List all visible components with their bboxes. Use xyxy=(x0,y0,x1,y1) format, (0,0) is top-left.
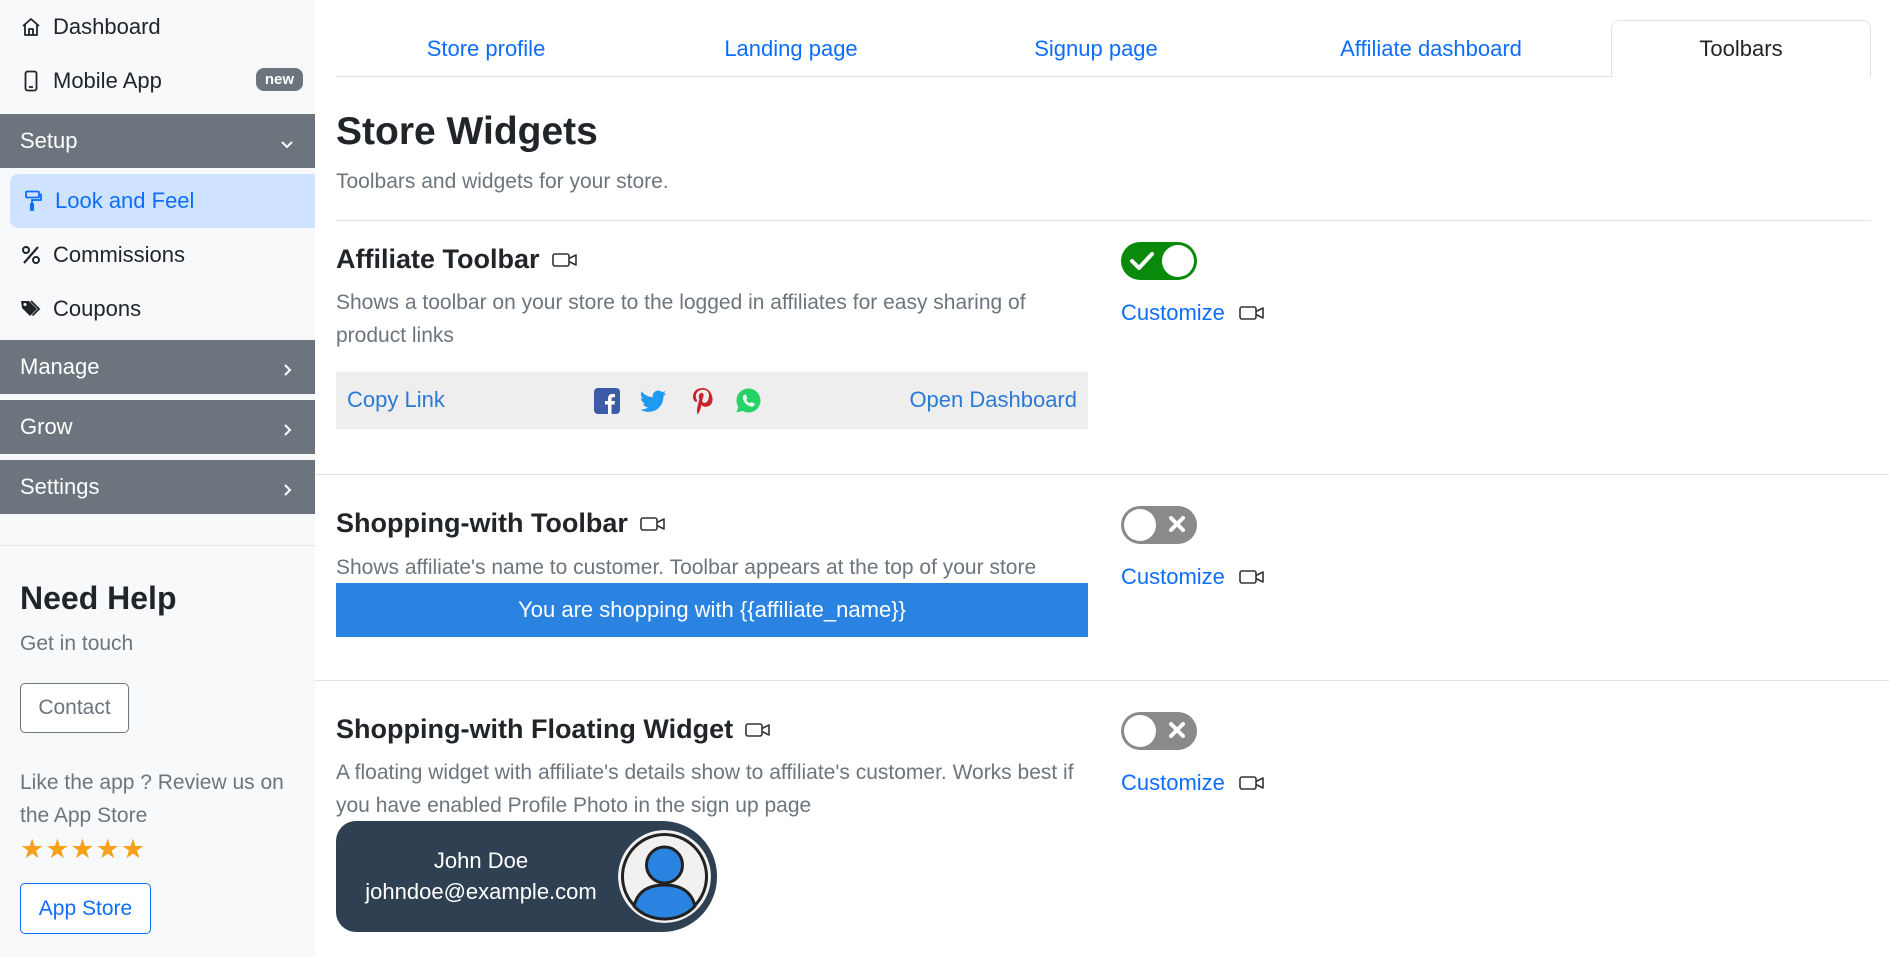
widget-title-text: Shopping-with Toolbar xyxy=(336,508,628,538)
copy-link[interactable]: Copy Link xyxy=(347,387,445,413)
help-subtitle: Get in touch xyxy=(20,632,134,655)
sidebar-section-settings[interactable]: Settings xyxy=(0,460,315,514)
tab-store-profile[interactable]: Store profile xyxy=(336,20,636,77)
widget-title-text: Affiliate Toolbar xyxy=(336,244,540,274)
floating-widget-title: Shopping-with Floating Widget xyxy=(336,714,771,745)
floating-widget-toggle[interactable] xyxy=(1121,712,1197,750)
widget-title-text: Shopping-with Floating Widget xyxy=(336,714,734,744)
page-title: Store Widgets xyxy=(336,110,598,153)
section-label: Settings xyxy=(20,474,100,499)
open-dashboard-link[interactable]: Open Dashboard xyxy=(909,387,1077,413)
paint-roller-icon xyxy=(22,190,44,212)
section-label: Setup xyxy=(20,128,78,153)
close-icon xyxy=(1167,514,1187,539)
sidebar-item-mobile-app[interactable]: Mobile App new xyxy=(0,54,315,108)
divider xyxy=(315,474,1889,475)
sidebar-item-label: Coupons xyxy=(53,296,142,321)
affiliate-toolbar-toggle[interactable] xyxy=(1121,242,1197,280)
rating-stars: ★★★★★ xyxy=(20,834,147,864)
shopping-toolbar-preview: You are shopping with {{affiliate_name}} xyxy=(336,583,1088,637)
chevron-right-icon xyxy=(279,418,295,444)
sidebar-section-manage[interactable]: Manage xyxy=(0,340,315,394)
tags-icon xyxy=(20,298,42,320)
divider xyxy=(336,220,1871,221)
floating-widget-description: A floating widget with affiliate's detai… xyxy=(336,761,1074,817)
avatar xyxy=(618,830,711,923)
affiliate-toolbar-preview: Copy Link Open Dashboard xyxy=(336,372,1088,429)
sidebar-section-setup[interactable]: Setup xyxy=(0,114,315,168)
shopping-toolbar-toggle[interactable] xyxy=(1121,506,1197,544)
sidebar-item-commissions[interactable]: Commissions xyxy=(0,228,315,282)
new-badge: new xyxy=(255,68,303,91)
home-icon xyxy=(20,16,42,38)
floating-widget-preview: John Doe johndoe@example.com xyxy=(336,821,717,932)
twitter-icon[interactable] xyxy=(640,387,667,414)
section-label: Manage xyxy=(20,354,100,379)
customize-label: Customize xyxy=(1121,564,1225,589)
check-icon xyxy=(1130,250,1154,277)
sidebar-item-label: Look and Feel xyxy=(55,188,195,213)
chevron-right-icon xyxy=(279,358,295,384)
toggle-knob xyxy=(1124,715,1156,747)
sidebar-item-label: Commissions xyxy=(53,242,186,267)
sidebar-item-look-and-feel[interactable]: Look and Feel xyxy=(10,174,315,228)
affiliate-name: John Doe xyxy=(433,848,529,873)
shopping-toolbar-customize[interactable]: Customize xyxy=(1121,564,1265,590)
chevron-right-icon xyxy=(279,478,295,504)
affiliate-toolbar-title: Affiliate Toolbar xyxy=(336,244,578,275)
toggle-knob xyxy=(1162,245,1194,277)
tab-bar: Store profile Landing page Signup page A… xyxy=(336,20,1871,78)
sidebar-item-coupons[interactable]: Coupons xyxy=(0,282,315,336)
video-camera-icon[interactable] xyxy=(745,721,771,739)
sidebar-divider xyxy=(0,545,315,546)
video-camera-icon[interactable] xyxy=(551,251,578,269)
pinterest-icon[interactable] xyxy=(688,387,715,414)
video-camera-icon[interactable] xyxy=(640,515,666,533)
tab-affiliate-dashboard[interactable]: Affiliate dashboard xyxy=(1246,20,1616,77)
sidebar-item-label: Dashboard xyxy=(53,14,161,39)
video-camera-icon[interactable] xyxy=(1239,568,1265,586)
affiliate-toolbar-customize[interactable]: Customize xyxy=(1121,300,1265,326)
phone-icon xyxy=(20,70,42,92)
app-store-button[interactable]: App Store xyxy=(20,883,151,934)
sidebar-section-grow[interactable]: Grow xyxy=(0,400,315,454)
sidebar-item-label: Mobile App xyxy=(53,68,162,93)
tab-landing-page[interactable]: Landing page xyxy=(636,20,946,77)
customize-label: Customize xyxy=(1121,300,1225,325)
facebook-icon[interactable] xyxy=(593,387,620,414)
whatsapp-icon[interactable] xyxy=(735,387,762,414)
section-label: Grow xyxy=(20,414,73,439)
video-camera-icon[interactable] xyxy=(1239,304,1265,322)
affiliate-toolbar-description: Shows a toolbar on your store to the log… xyxy=(336,291,1026,347)
review-text: Like the app ? Review us on the App Stor… xyxy=(20,771,284,827)
divider xyxy=(315,680,1889,681)
tab-toolbars[interactable]: Toolbars xyxy=(1611,20,1871,78)
page-subtitle: Toolbars and widgets for your store. xyxy=(336,170,669,193)
affiliate-email: johndoe@example.com xyxy=(365,879,597,904)
toggle-knob xyxy=(1124,509,1156,541)
shopping-toolbar-description: Shows affiliate's name to customer. Tool… xyxy=(336,556,1037,579)
help-title: Need Help xyxy=(20,580,177,616)
chevron-down-icon xyxy=(279,132,295,158)
sidebar: Dashboard Mobile App new Setup Look and … xyxy=(0,0,315,957)
video-camera-icon[interactable] xyxy=(1239,774,1265,792)
contact-button[interactable]: Contact xyxy=(20,683,129,733)
floating-widget-customize[interactable]: Customize xyxy=(1121,770,1265,796)
shopping-toolbar-title: Shopping-with Toolbar xyxy=(336,508,666,539)
close-icon xyxy=(1167,720,1187,745)
customize-label: Customize xyxy=(1121,770,1225,795)
sidebar-item-dashboard[interactable]: Dashboard xyxy=(0,0,315,54)
tab-signup-page[interactable]: Signup page xyxy=(946,20,1246,77)
percent-icon xyxy=(20,244,42,266)
